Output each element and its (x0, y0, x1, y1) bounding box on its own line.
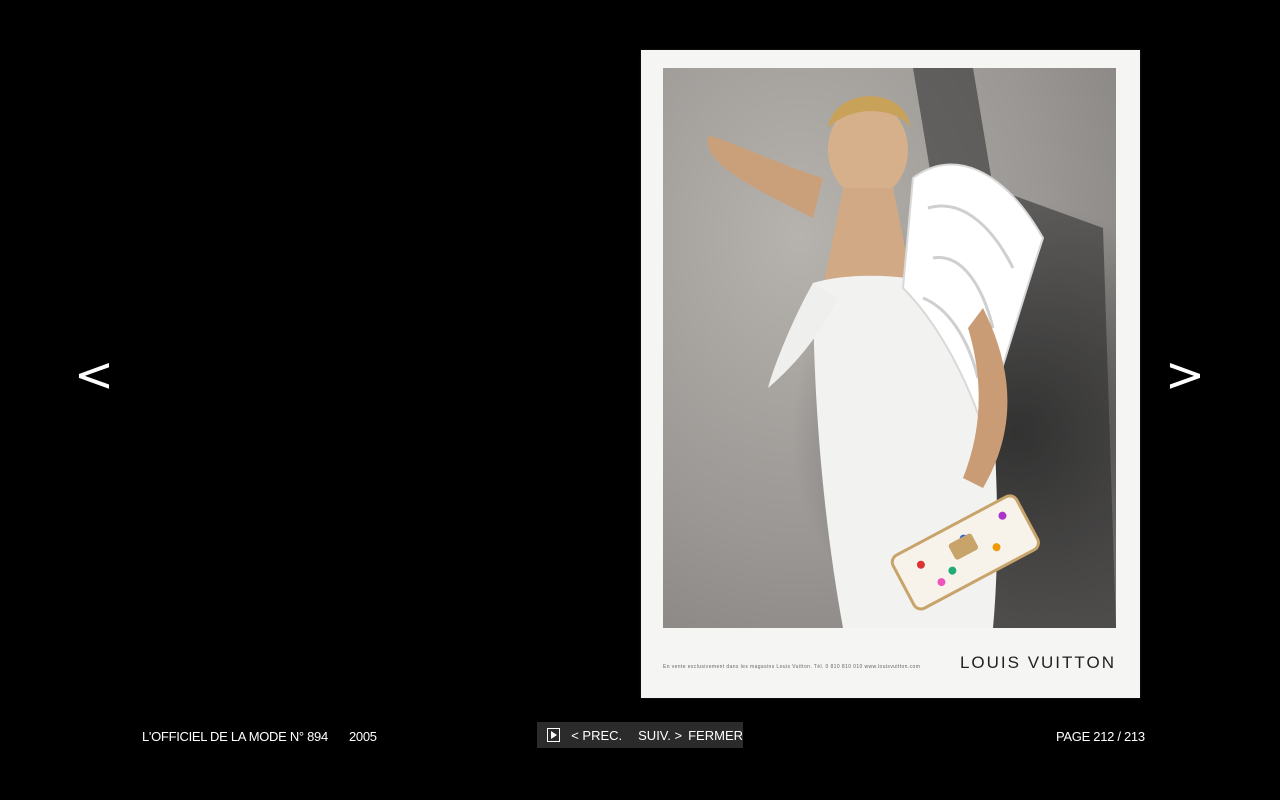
play-slideshow-button[interactable] (547, 728, 561, 742)
fashion-model-illustration (707, 68, 1116, 628)
advertisement-photo (663, 68, 1116, 628)
next-page-arrow[interactable]: > (1155, 345, 1215, 405)
viewer-controls: < PREC. SUIV. > FERMER (537, 722, 743, 748)
brand-logo: LOUIS VUITTON (959, 653, 1116, 672)
publication-title: L'OFFICIEL DE LA MODE N° 894 (142, 729, 328, 744)
play-icon (551, 731, 558, 739)
close-button[interactable]: FERMER (688, 728, 743, 743)
next-button[interactable]: SUIV. > (638, 728, 682, 743)
magazine-page: En vente exclusivement dans les magasins… (641, 50, 1140, 698)
publication-year: 2005 (349, 729, 377, 744)
page-indicator: PAGE 212 / 213 (1056, 729, 1145, 744)
previous-page-arrow[interactable]: < (64, 345, 124, 405)
advertisement-footer: En vente exclusivement dans les magasins… (663, 638, 1116, 688)
legal-text: En vente exclusivement dans les magasins… (663, 664, 921, 670)
prev-button[interactable]: < PREC. (571, 728, 622, 743)
